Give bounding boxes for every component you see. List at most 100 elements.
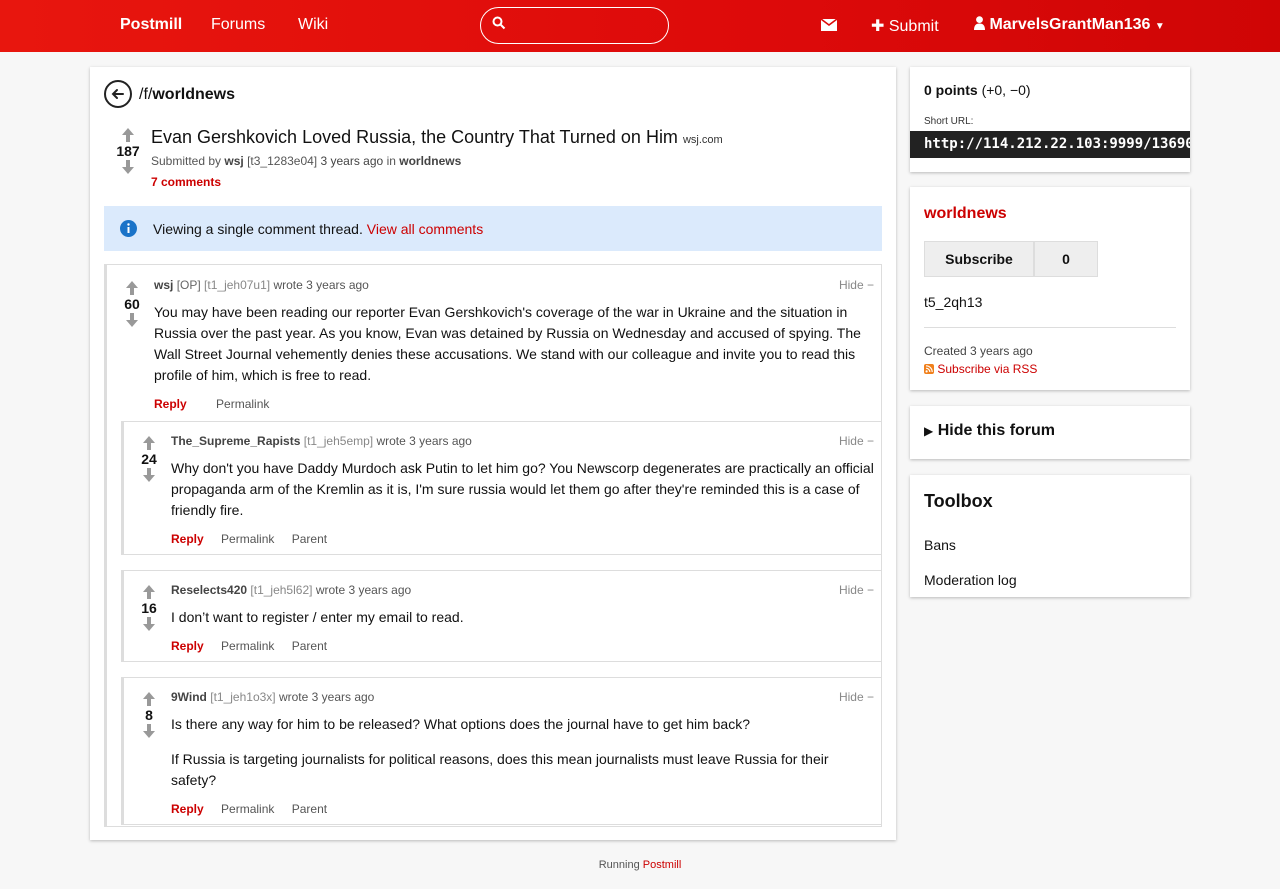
- hide-comment-button[interactable]: Hide −: [839, 690, 874, 704]
- nav-wiki-link[interactable]: Wiki: [298, 16, 328, 34]
- moderation-log-link[interactable]: Moderation log: [924, 572, 1017, 588]
- nav-forums-link[interactable]: Forums: [211, 16, 265, 34]
- comment-meta: Reselects420 [t1_jeh5l62] wrote 3 years …: [171, 583, 411, 597]
- submission-vote: 187: [113, 128, 143, 174]
- in-label: in: [386, 154, 396, 168]
- footer-postmill-link[interactable]: Postmill: [643, 859, 682, 871]
- downvote-icon[interactable]: [143, 617, 155, 631]
- comment-age: wrote 3 years ago: [278, 690, 375, 704]
- comment: 16 Reselects420 [t1_jeh5l62] wrote 3 yea…: [121, 570, 882, 662]
- hide-forum-card: ▶ Hide this forum: [910, 406, 1190, 459]
- subscriber-count: 0: [1034, 241, 1098, 277]
- parent-link[interactable]: Parent: [292, 532, 327, 546]
- permalink-link[interactable]: Permalink: [221, 639, 274, 653]
- permalink-link[interactable]: Permalink: [221, 802, 274, 816]
- submission-domain: wsj.com: [682, 134, 723, 146]
- footer-text: Running: [598, 859, 640, 871]
- search-box[interactable]: [480, 7, 669, 44]
- inbox-icon[interactable]: [821, 18, 837, 32]
- back-button[interactable]: [104, 80, 132, 108]
- chevron-down-icon: ▼: [1154, 21, 1165, 32]
- comment-actions: Reply Permalink Parent: [171, 532, 341, 546]
- divider: [924, 327, 1176, 328]
- comment-score: 16: [141, 600, 157, 616]
- toolbox-card: Toolbox Bans Moderation log: [910, 475, 1190, 597]
- submit-button[interactable]: ✚ Submit: [871, 16, 939, 36]
- submit-label: Submit: [888, 18, 939, 35]
- upvote-icon[interactable]: [143, 585, 155, 599]
- upvote-icon[interactable]: [126, 281, 138, 295]
- bans-link[interactable]: Bans: [924, 537, 956, 553]
- downvote-icon[interactable]: [122, 160, 134, 174]
- submission-title-link[interactable]: Evan Gershkovich Loved Russia, the Count…: [151, 127, 678, 147]
- info-icon: [120, 220, 137, 237]
- comment-id: [t1_jeh07u1]: [204, 278, 271, 292]
- reply-link[interactable]: Reply: [171, 802, 204, 816]
- comment-author[interactable]: Reselects420: [171, 583, 247, 597]
- comment-author[interactable]: The_Supreme_Rapists: [171, 434, 300, 448]
- user-icon: [974, 16, 985, 30]
- thread-alert: Viewing a single comment thread. View al…: [104, 206, 882, 251]
- comment-body-paragraph: If Russia is targeting journalists for p…: [171, 751, 829, 788]
- comment: 8 9Wind [t1_jeh1o3x] wrote 3 years ago H…: [121, 677, 882, 825]
- short-url[interactable]: http://114.212.22.103:9999/13690: [910, 131, 1190, 158]
- submission-title: Evan Gershkovich Loved Russia, the Count…: [151, 127, 723, 148]
- hide-forum-toggle[interactable]: ▶ Hide this forum: [924, 422, 1055, 440]
- forum-card: worldnews Subscribe 0 t5_2qh13 Created 3…: [910, 187, 1190, 390]
- comment-vote: 24: [134, 436, 164, 482]
- comment-age: wrote 3 years ago: [376, 434, 472, 448]
- upvote-icon[interactable]: [143, 436, 155, 450]
- search-input[interactable]: [515, 14, 660, 38]
- comment-meta: wsj [OP] [t1_jeh07u1] wrote 3 years ago: [154, 278, 369, 292]
- downvote-icon[interactable]: [143, 724, 155, 738]
- user-menu[interactable]: MarvelsGrantMan136 ▼: [974, 16, 1165, 34]
- comment-id: [t1_jeh1o3x]: [210, 690, 276, 704]
- permalink-link[interactable]: Permalink: [221, 532, 274, 546]
- sidebar-forum-name[interactable]: worldnews: [924, 205, 1007, 223]
- comment-author[interactable]: wsj: [154, 278, 173, 292]
- upvote-icon[interactable]: [122, 128, 134, 142]
- comment-author[interactable]: 9Wind: [171, 690, 207, 704]
- forum-prefix: /f/: [139, 86, 153, 103]
- points: 0 points (+0, −0): [924, 82, 1031, 98]
- comment-actions: Reply Permalink Parent: [171, 802, 341, 816]
- top-navbar: Postmill Forums Wiki ✚ Submit MarvelsGra…: [0, 0, 1280, 52]
- alert-text: Viewing a single comment thread.: [153, 221, 363, 237]
- downvote-icon[interactable]: [126, 313, 138, 327]
- footer: Running Postmill: [0, 859, 1280, 871]
- submission-forum-link[interactable]: worldnews: [399, 154, 461, 168]
- reply-link[interactable]: Reply: [154, 397, 187, 411]
- view-all-comments-link[interactable]: View all comments: [367, 221, 483, 237]
- comment-score: 60: [124, 296, 140, 312]
- comment-score: 8: [145, 707, 153, 723]
- points-card: 0 points (+0, −0) Short URL: http://114.…: [910, 67, 1190, 172]
- reply-link[interactable]: Reply: [171, 532, 204, 546]
- comment-actions: Reply Permalink: [154, 397, 283, 411]
- hide-comment-button[interactable]: Hide −: [839, 583, 874, 597]
- hide-forum-label: Hide this forum: [937, 422, 1056, 439]
- reply-link[interactable]: Reply: [171, 639, 204, 653]
- parent-link[interactable]: Parent: [292, 639, 327, 653]
- comment-actions: Reply Permalink Parent: [171, 639, 341, 653]
- submission-author[interactable]: wsj: [224, 154, 243, 168]
- downvote-icon[interactable]: [143, 468, 155, 482]
- permalink-link[interactable]: Permalink: [216, 397, 269, 411]
- submission-id: [t3_1283e04]: [247, 154, 318, 168]
- rss-link[interactable]: Subscribe via RSS: [924, 362, 1037, 376]
- brand-link[interactable]: Postmill: [120, 16, 182, 34]
- comment-body: You may have been reading our reporter E…: [154, 304, 861, 383]
- submission-age: 3 years ago: [320, 154, 384, 168]
- subscribe-button[interactable]: Subscribe: [924, 241, 1034, 277]
- comments-link[interactable]: 7 comments: [151, 175, 221, 189]
- forum-breadcrumb[interactable]: /f/worldnews: [139, 86, 235, 104]
- hide-comment-button[interactable]: Hide −: [839, 278, 874, 292]
- arrow-left-icon: [111, 89, 124, 99]
- upvote-icon[interactable]: [143, 692, 155, 706]
- main-content: /f/worldnews 187 Evan Gershkovich Loved …: [90, 67, 896, 840]
- comment-age: wrote 3 years ago: [273, 278, 369, 292]
- parent-link[interactable]: Parent: [292, 802, 327, 816]
- toolbox-title: Toolbox: [924, 491, 993, 511]
- comment-vote: 16: [134, 585, 164, 631]
- forum-created: Created 3 years ago: [924, 344, 1033, 358]
- hide-comment-button[interactable]: Hide −: [839, 434, 874, 448]
